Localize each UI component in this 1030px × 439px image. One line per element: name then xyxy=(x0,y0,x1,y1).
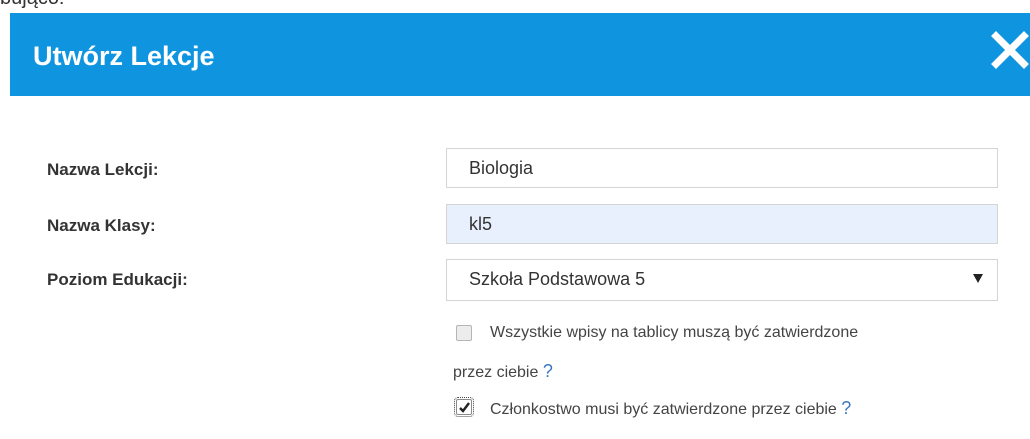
approve-membership-help-icon[interactable]: ? xyxy=(841,398,851,418)
class-name-input[interactable] xyxy=(446,204,998,244)
approve-membership-label: Członkostwo musi być zatwierdzone przez … xyxy=(490,401,837,418)
education-level-selected: Szkoła Podstawowa 5 xyxy=(469,269,646,289)
lesson-name-input[interactable] xyxy=(446,148,998,188)
checkmark-icon xyxy=(459,402,470,413)
dialog-header: Utwórz Lekcje xyxy=(10,13,1030,96)
close-icon[interactable] xyxy=(990,30,1030,70)
approve-posts-label: Wszystkie wpisy na tablicy muszą być zat… xyxy=(490,324,859,341)
lesson-name-label: Nazwa Lekcji: xyxy=(47,160,159,179)
dialog-body: Nazwa Lekcji: Nazwa Klasy: Poziom Edukac… xyxy=(10,96,1030,439)
chevron-down-icon xyxy=(973,274,983,283)
background-text: bująco: xyxy=(0,0,65,8)
approve-posts-checkbox[interactable] xyxy=(456,325,472,341)
education-level-select[interactable]: Szkoła Podstawowa 5 xyxy=(446,259,998,301)
class-name-label: Nazwa Klasy: xyxy=(47,216,156,235)
approve-posts-label-continued: przez ciebie ? xyxy=(453,361,553,383)
approve-posts-help-icon[interactable]: ? xyxy=(543,361,553,381)
approve-posts-label-line2: przez ciebie xyxy=(453,364,539,381)
approve-membership-label-wrap: Członkostwo musi być zatwierdzone przez … xyxy=(490,398,851,420)
approve-membership-checkbox[interactable] xyxy=(454,397,474,417)
dialog-title: Utwórz Lekcje xyxy=(33,41,215,71)
education-level-label: Poziom Edukacji: xyxy=(47,270,188,289)
background-page-strip: bująco: xyxy=(0,0,1030,13)
